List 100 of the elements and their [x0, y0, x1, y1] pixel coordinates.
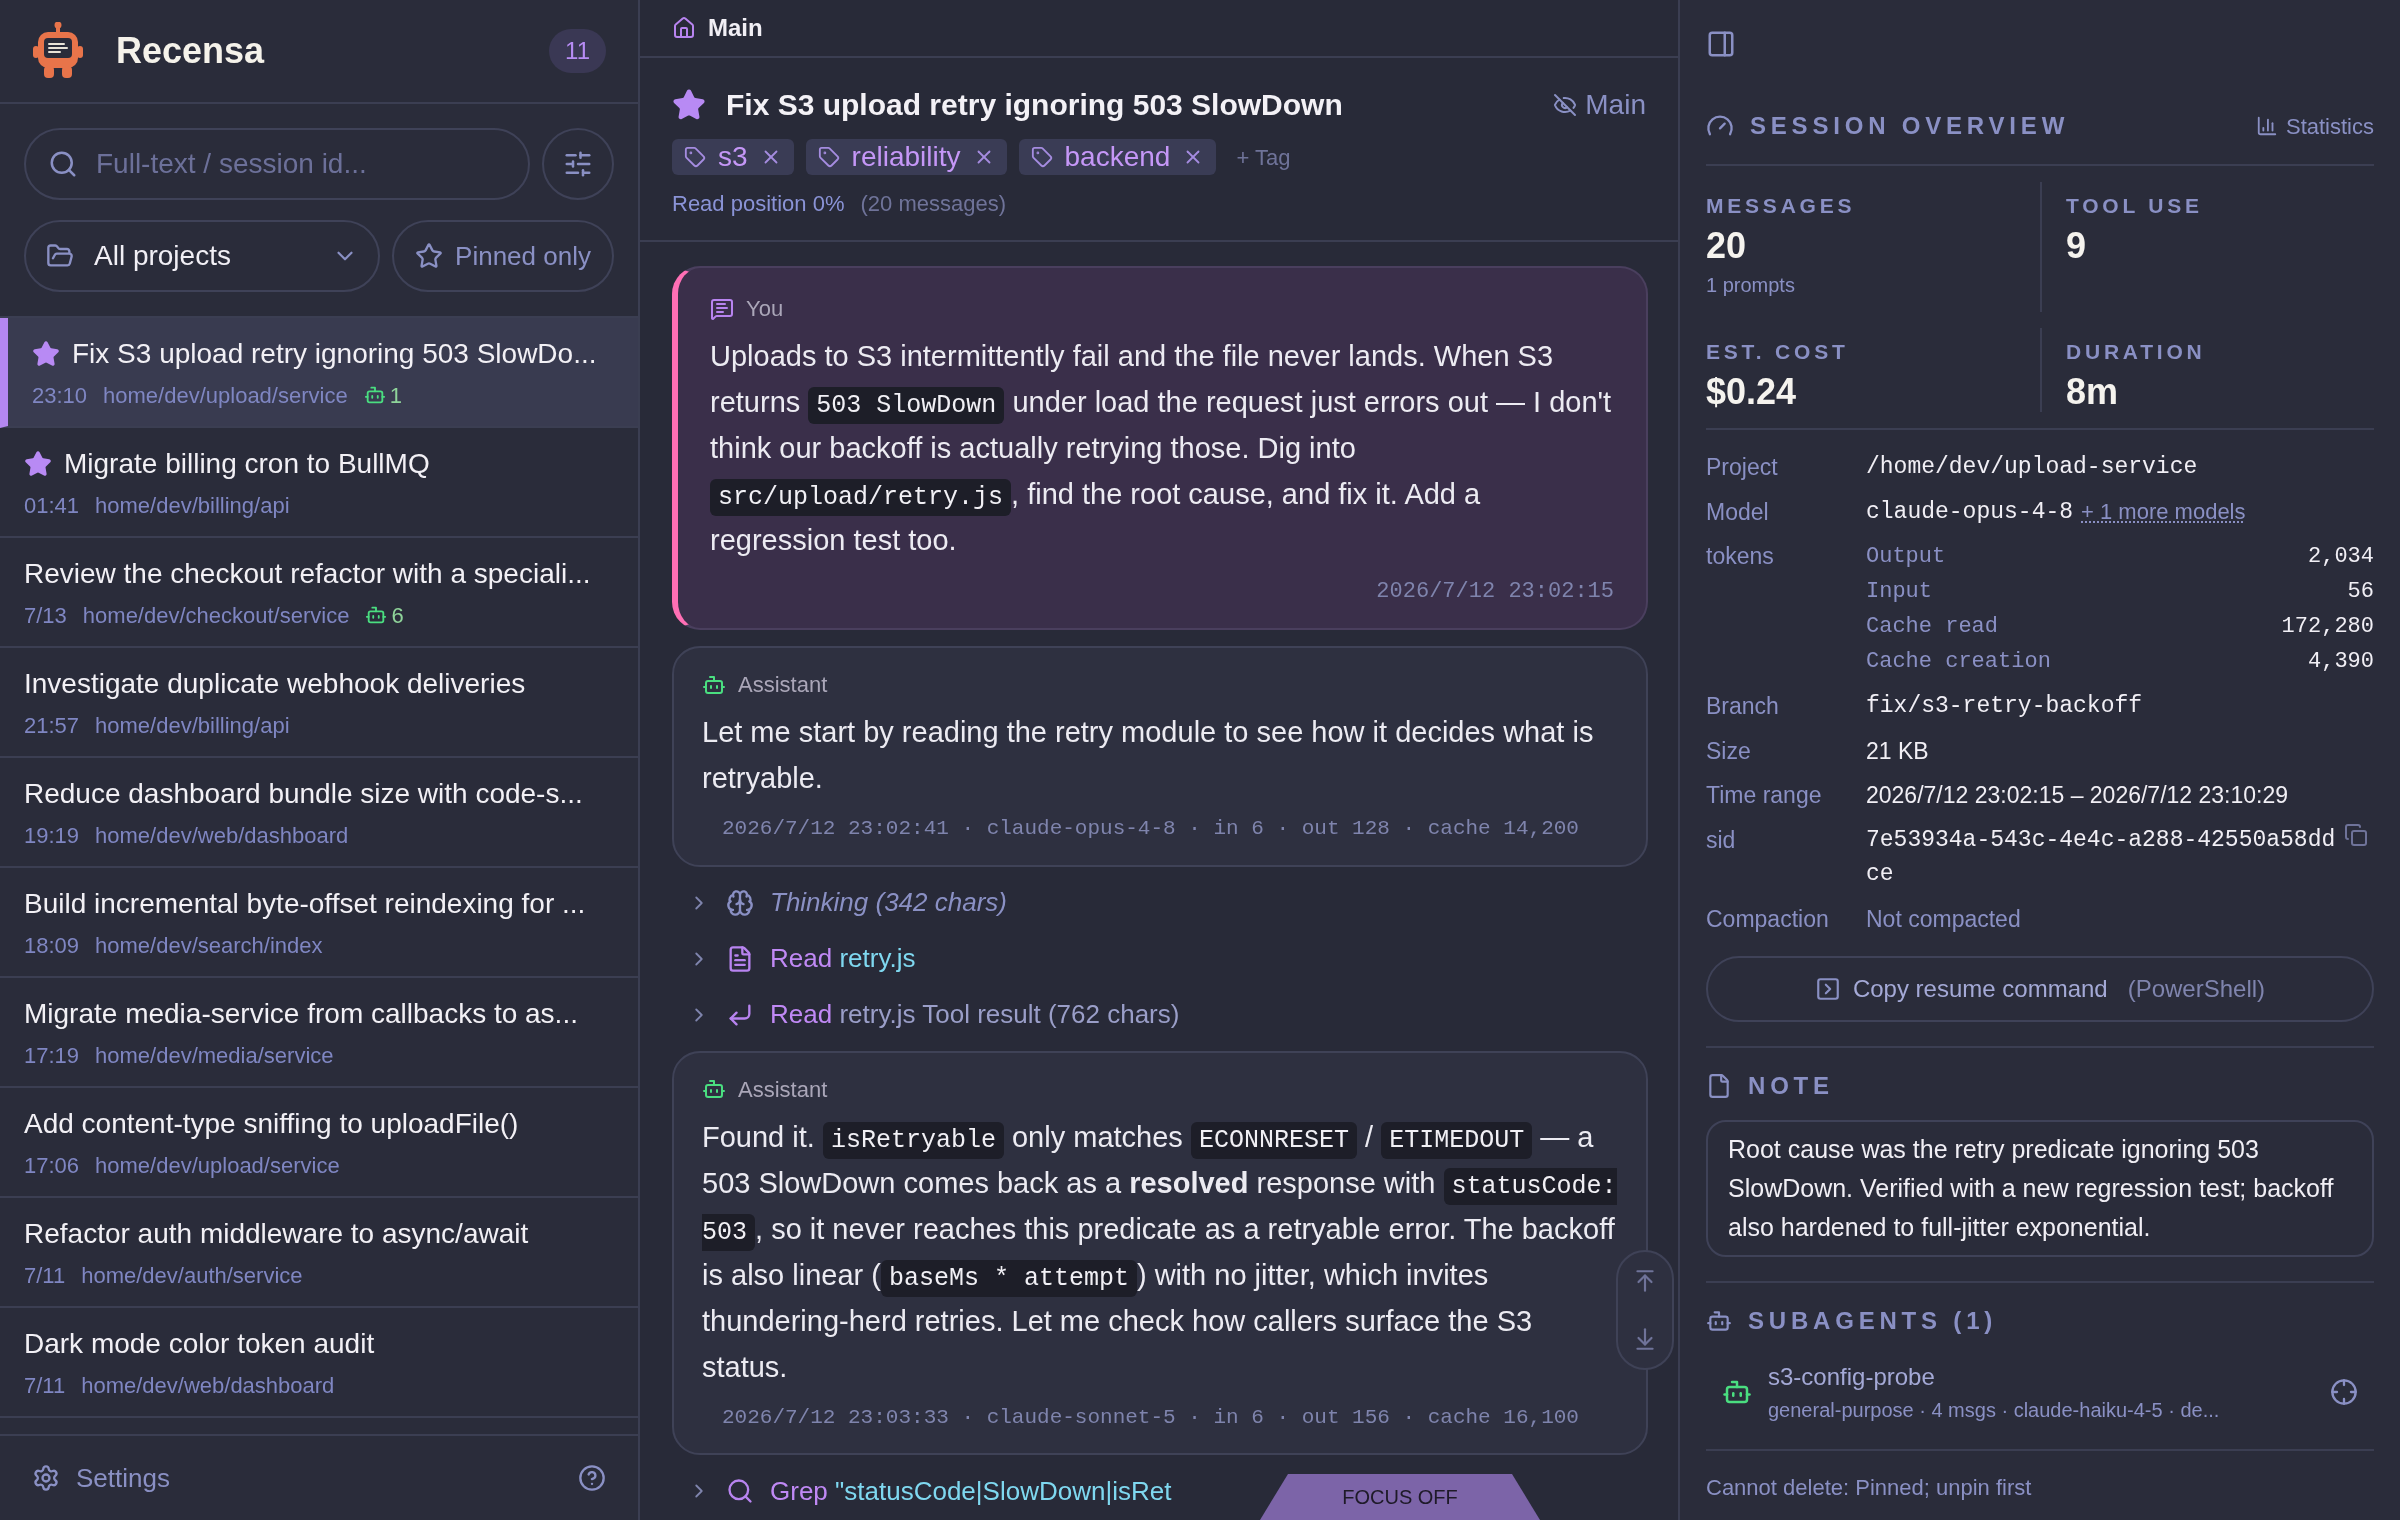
app-name: Recensa	[116, 29, 266, 73]
session-time: 21:57	[24, 711, 80, 740]
robot-icon	[702, 1077, 726, 1101]
statistics-link[interactable]: Statistics	[2255, 109, 2374, 143]
thinking-row[interactable]: Thinking (342 chars)	[672, 882, 1007, 923]
detail-value: /home/dev/upload-service	[1866, 454, 2198, 480]
session-item[interactable]: Investigate duplicate webhook deliveries 21:57 home/dev/billing/api	[0, 648, 638, 758]
bar-chart-icon	[2255, 115, 2278, 137]
session-path: home/dev/auth/service	[81, 1261, 303, 1290]
token-type: Input	[1866, 578, 1932, 606]
stat-value: 20	[1706, 223, 1748, 268]
message-author: Assistant	[738, 1075, 828, 1104]
settings-button[interactable]: Settings	[32, 1458, 578, 1498]
filter-settings-button[interactable]	[542, 128, 614, 200]
tool-call-row[interactable]: Read retry.js	[672, 938, 916, 979]
help-icon[interactable]	[578, 1464, 606, 1492]
message-text: Uploads to S3 intermittently fail and the file never lands. When S3 returns 503 SlowDown under load the request just errors out — I don't think our backoff is actually retrying those. Dig into src/upload/retry.js , find the root cause, and fix it. Add a regression test too.	[710, 339, 1613, 558]
search-icon	[726, 1477, 754, 1505]
session-time: 7/11	[24, 1371, 66, 1400]
robot-logo-icon	[32, 22, 84, 80]
search-field[interactable]: Full-text / session id...	[24, 128, 530, 200]
session-time: 18:09	[24, 931, 80, 960]
project-dropdown[interactable]: All projects	[24, 220, 380, 292]
session-item[interactable]: Migrate media-service from callbacks to as... 17:19 home/dev/media/service	[0, 978, 638, 1088]
detail-value: fix/s3-retry-backoff	[1866, 693, 2143, 719]
panel-toggle-icon[interactable]	[1706, 29, 1736, 59]
tool-call-row[interactable]: Grep "statusCode|SlowDown|isRet	[672, 1471, 1172, 1511]
tag-icon	[684, 146, 706, 168]
home-icon	[672, 16, 696, 40]
session-item[interactable]: Fix S3 upload retry ignoring 503 SlowDo... 23:10 home/dev/upload/service 1	[0, 318, 638, 428]
session-title: Dark mode color token audit	[24, 1326, 375, 1361]
breadcrumb[interactable]: Main	[708, 10, 763, 46]
session-path: home/dev/media/service	[95, 1041, 334, 1070]
session-title: Refactor auth middleware to async/await	[24, 1216, 529, 1251]
detail-label: Compaction	[1706, 904, 1830, 934]
tag-chip[interactable]: s3	[672, 139, 794, 175]
session-time: 17:06	[24, 1151, 80, 1180]
token-count: 56	[2347, 578, 2374, 606]
more-models-link[interactable]: + 1 more models	[2081, 495, 2246, 529]
pinned-star-icon[interactable]	[672, 87, 706, 122]
session-title: Add content-type sniffing to uploadFile()	[24, 1106, 519, 1141]
session-time: 7/13	[24, 601, 67, 630]
subagent-count: 6	[391, 601, 404, 630]
session-item[interactable]: Dark mode color token audit 7/11 home/dev/web/dashboard	[0, 1308, 638, 1418]
section-title: SESSION OVERVIEW	[1750, 111, 2070, 141]
token-type: Output	[1866, 543, 1946, 571]
detail-label: Model	[1706, 497, 1770, 527]
detail-label: tokens	[1706, 542, 1775, 571]
session-count: 11	[549, 29, 606, 73]
session-title: Review the checkout refactor with a speciali...	[24, 556, 591, 591]
detail-label: Project	[1706, 453, 1779, 482]
detail-label: sid	[1706, 825, 1737, 855]
sliders-icon	[563, 149, 593, 179]
subagent-meta: general-purpose · 4 msgs · claude-haiku-4-5 · de...	[1768, 1398, 2221, 1423]
message-author: You	[746, 295, 784, 323]
token-count: 4,390	[2308, 648, 2374, 676]
session-item[interactable]: Reduce dashboard bundle size with code-s... 19:19 home/dev/web/dashboard	[0, 758, 638, 868]
tag-chip[interactable]: backend	[1018, 139, 1217, 175]
session-path: home/dev/search/index	[95, 931, 323, 960]
session-time: 19:19	[24, 821, 80, 850]
brain-icon	[726, 888, 754, 917]
stat-label: DURATION	[2066, 339, 2207, 365]
branch-label[interactable]: Main	[1585, 83, 1646, 126]
section-title: NOTE	[1748, 1071, 1834, 1101]
stat-note: 1 prompts	[1706, 272, 1796, 298]
terminal-icon	[1814, 976, 1841, 1002]
session-item[interactable]: Refactor auth middleware to async/await 7/11 home/dev/auth/service	[0, 1198, 638, 1308]
message-count: (20 messages)	[860, 190, 1006, 218]
detail-value: 21 KB	[1866, 737, 1929, 764]
copy-icon[interactable]	[2344, 822, 2368, 847]
robot-icon	[1706, 1308, 1732, 1334]
session-item[interactable]: Review the checkout refactor with a speciali... 7/13 home/dev/checkout/service 6	[0, 538, 638, 648]
session-item[interactable]: Add content-type sniffing to uploadFile() 17:06 home/dev/upload/service	[0, 1088, 638, 1198]
robot-icon	[363, 384, 386, 406]
detail-value: Not compacted	[1866, 905, 2021, 932]
subagent-count: 1	[389, 381, 402, 410]
message-timestamp: 2026/7/12 23:02:15	[1376, 578, 1614, 606]
copy-resume-button[interactable]: Copy resume command (PowerShell)	[1706, 956, 2374, 1022]
session-title: Migrate media-service from callbacks to as...	[24, 996, 578, 1031]
note-icon	[1706, 1073, 1732, 1099]
stat-label: MESSAGES	[1706, 193, 1857, 219]
session-item[interactable]: Migrate billing cron to BullMQ 01:41 home/dev/billing/api	[0, 428, 638, 538]
session-path: home/dev/billing/api	[95, 711, 290, 740]
stat-value: 9	[2066, 223, 2088, 268]
message-icon	[710, 296, 734, 321]
settings-icon	[32, 1464, 60, 1492]
crosshair-icon[interactable]	[2330, 1378, 2358, 1406]
detail-value: claude-opus-4-8	[1866, 497, 2074, 527]
detail-value: 2026/7/12 23:02:15 – 2026/7/12 23:10:29	[1866, 782, 2289, 808]
pinned-only-button[interactable]: Pinned only	[392, 220, 614, 292]
note-field[interactable]: Root cause was the retry predicate ignoring 503 SlowDown. Verified with a new regression test; backoff also hardened to full-jitter exponential.	[1706, 1120, 2374, 1257]
session-item[interactable]: Build incremental byte-offset reindexing for ... 18:09 home/dev/search/index	[0, 868, 638, 978]
session-title: Build incremental byte-offset reindexing for ...	[24, 886, 586, 921]
message-text: Let me start by reading the retry module to see how it decides what is retryable.	[702, 715, 1595, 796]
tool-call-row[interactable]: Read retry.js Tool result (762 chars)	[672, 994, 1180, 1035]
subagent-item[interactable]: s3-config-probe general-purpose · 4 msgs · claude-haiku-4-5 · de...	[1706, 1351, 2374, 1433]
detail-label: Time range	[1706, 781, 1823, 810]
session-time: 7/11	[24, 1261, 66, 1290]
message-author: Assistant	[738, 671, 828, 699]
tag-chip[interactable]: reliability	[805, 139, 1007, 175]
